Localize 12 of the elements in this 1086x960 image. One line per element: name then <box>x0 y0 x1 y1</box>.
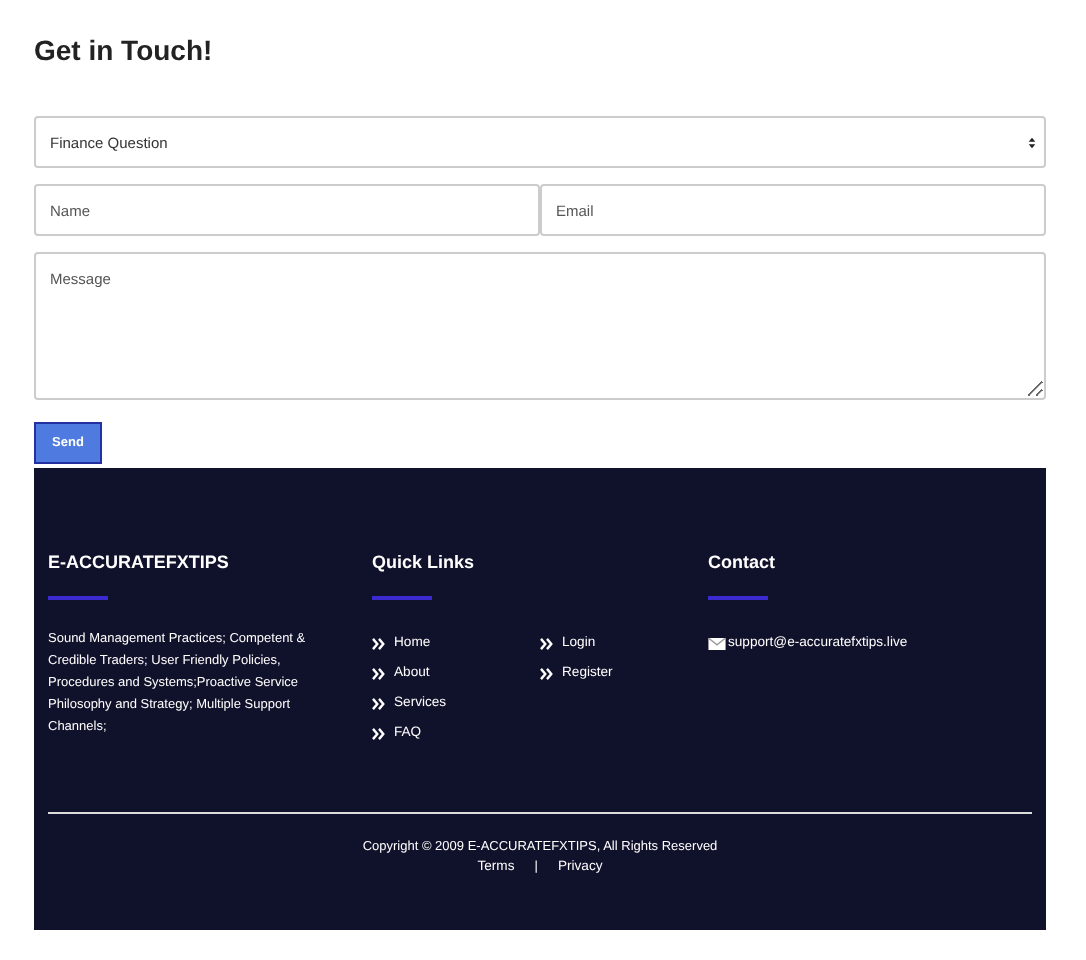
column-title: E-ACCURATEFXTIPS <box>48 552 231 576</box>
double-chevron-icon <box>540 637 554 649</box>
double-chevron-icon <box>372 727 386 739</box>
double-chevron-icon <box>540 667 554 679</box>
column-title: Quick Links <box>372 552 477 576</box>
double-chevron-icon <box>372 637 386 649</box>
page-heading: Get in Touch! <box>34 32 215 70</box>
double-chevron-icon <box>372 697 386 709</box>
sort-arrows-icon <box>1028 135 1036 149</box>
envelope-icon <box>708 637 726 649</box>
column-title: Contact <box>708 552 777 576</box>
double-chevron-icon <box>372 667 386 679</box>
